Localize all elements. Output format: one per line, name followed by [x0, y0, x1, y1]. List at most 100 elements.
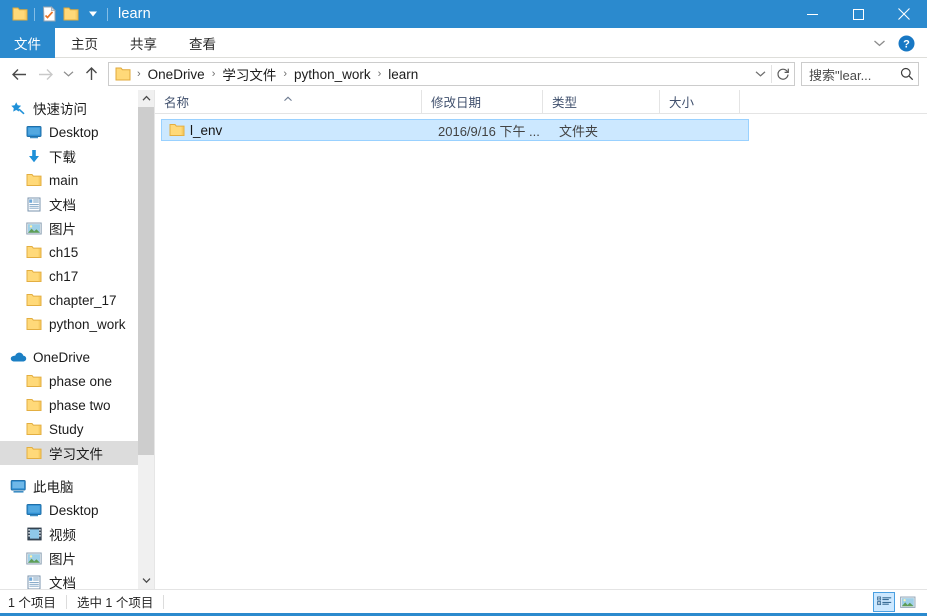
scrollbar-thumb[interactable] — [138, 107, 154, 455]
column-header-date-modified[interactable]: 修改日期 — [422, 90, 543, 113]
folder-icon — [167, 123, 186, 137]
up-button[interactable] — [78, 61, 104, 87]
minimize-button[interactable] — [789, 0, 835, 28]
file-list[interactable]: l_env 2016/9/16 下午 ... 文件夹 — [155, 114, 927, 589]
sidebar-item-study[interactable]: Study — [0, 417, 154, 441]
sidebar-item-main[interactable]: main — [0, 168, 154, 192]
sidebar-scrollbar[interactable] — [138, 90, 154, 589]
pictures-icon — [24, 552, 44, 565]
column-label: 大小 — [669, 96, 695, 110]
sidebar-group-onedrive[interactable]: OneDrive — [0, 345, 154, 369]
breadcrumb-item-onedrive[interactable]: OneDrive — [146, 67, 207, 82]
column-label: 修改日期 — [431, 96, 482, 110]
desktop-icon — [24, 125, 44, 139]
folder-icon[interactable] — [115, 67, 131, 81]
details-view-button[interactable] — [873, 592, 895, 612]
breadcrumb-item-python-work[interactable]: python_work — [292, 67, 373, 82]
sidebar-item-study-files[interactable]: 学习文件 — [0, 441, 154, 465]
view-mode-buttons — [873, 590, 919, 614]
svg-text:?: ? — [903, 38, 910, 50]
sidebar-item-phase-two[interactable]: phase two — [0, 393, 154, 417]
sidebar-item-ch15[interactable]: ch15 — [0, 240, 154, 264]
column-header-row: 名称 修改日期 类型 大小 — [155, 90, 927, 114]
large-icons-view-button[interactable] — [897, 592, 919, 612]
folder-icon — [24, 269, 44, 283]
checklist-icon[interactable] — [38, 3, 60, 25]
toolbar-divider — [107, 7, 108, 21]
chevron-down-icon[interactable] — [749, 63, 771, 85]
sidebar-item-desktop-pc[interactable]: Desktop — [0, 498, 154, 522]
search-input[interactable]: 搜索"lear... — [809, 65, 900, 84]
sidebar-item-phase-one[interactable]: phase one — [0, 369, 154, 393]
sidebar-item-downloads[interactable]: 下载 — [0, 144, 154, 168]
sidebar-item-label: 文档 — [49, 198, 76, 213]
ribbon-tab-bar: 文件 主页 共享 查看 ? — [0, 28, 927, 58]
column-label: 类型 — [552, 96, 578, 110]
sidebar-item-label: 图片 — [49, 222, 76, 237]
pictures-icon — [24, 222, 44, 235]
table-row[interactable]: l_env 2016/9/16 下午 ... 文件夹 — [161, 119, 749, 141]
tab-share[interactable]: 共享 — [114, 28, 173, 58]
ribbon-right-controls: ? — [866, 28, 927, 58]
sidebar-group-this-pc[interactable]: 此电脑 — [0, 474, 154, 498]
title-bar: learn — [0, 0, 927, 28]
documents-icon — [24, 197, 44, 212]
star-pin-icon — [8, 101, 28, 116]
sidebar-item-documents-pc[interactable]: 文档 — [0, 570, 154, 589]
explorer-body: 快速访问 Desktop 下载 main 文档 图片 ch15 ch17 cha… — [0, 90, 927, 589]
sidebar-item-label: Desktop — [49, 124, 99, 140]
breadcrumb-bar[interactable]: › OneDrive › 学习文件 › python_work › learn — [108, 62, 795, 86]
sidebar-item-documents[interactable]: 文档 — [0, 192, 154, 216]
recent-locations-button[interactable] — [58, 61, 78, 87]
back-button[interactable] — [6, 61, 32, 87]
maximize-button[interactable] — [835, 0, 881, 28]
folder-icon[interactable] — [9, 3, 31, 25]
close-button[interactable] — [881, 0, 927, 28]
column-header-name[interactable]: 名称 — [155, 90, 422, 113]
breadcrumb: › OneDrive › 学习文件 › python_work › learn — [109, 64, 749, 84]
breadcrumb-separator[interactable]: › — [132, 68, 146, 80]
folder-icon — [24, 446, 44, 460]
sidebar-item-videos[interactable]: 视频 — [0, 522, 154, 546]
item-count-label: 1 个项目 — [8, 596, 56, 610]
sidebar-group-label: 此电脑 — [33, 480, 74, 495]
forward-button[interactable] — [32, 61, 58, 87]
sidebar-item-pictures-pc[interactable]: 图片 — [0, 546, 154, 570]
breadcrumb-separator[interactable]: › — [373, 68, 387, 80]
sidebar-group-quick-access[interactable]: 快速访问 — [0, 96, 154, 120]
sidebar-item-pictures[interactable]: 图片 — [0, 216, 154, 240]
breadcrumb-item-learn[interactable]: learn — [386, 67, 420, 82]
help-icon[interactable]: ? — [894, 29, 918, 57]
address-bar-tools — [749, 63, 794, 85]
scroll-down-icon[interactable] — [138, 572, 154, 589]
scroll-up-icon[interactable] — [138, 90, 154, 107]
breadcrumb-separator[interactable]: › — [207, 68, 221, 80]
search-icon[interactable] — [900, 67, 914, 81]
sidebar-item-chapter-17[interactable]: chapter_17 — [0, 288, 154, 312]
column-header-type[interactable]: 类型 — [543, 90, 660, 113]
status-bar: 1 个项目 选中 1 个项目 — [0, 589, 927, 613]
sidebar-item-desktop[interactable]: Desktop — [0, 120, 154, 144]
tab-home[interactable]: 主页 — [55, 28, 114, 58]
cloud-icon — [8, 351, 28, 363]
selection-count-label: 选中 1 个项目 — [76, 596, 154, 610]
sidebar-group-label: OneDrive — [33, 349, 91, 365]
refresh-icon[interactable] — [772, 63, 794, 85]
chevron-down-icon[interactable] — [866, 29, 892, 57]
quick-access-toolbar — [0, 3, 111, 25]
search-box[interactable]: 搜索"lear... — [801, 62, 919, 86]
column-header-size[interactable]: 大小 — [660, 90, 740, 113]
sidebar-item-python-work[interactable]: python_work — [0, 312, 154, 336]
chevron-down-icon[interactable] — [82, 3, 104, 25]
breadcrumb-separator[interactable]: › — [278, 68, 292, 80]
tab-view[interactable]: 查看 — [173, 28, 232, 58]
file-date-modified: 2016/9/16 下午 ... — [438, 123, 540, 139]
breadcrumb-item-study-files[interactable]: 学习文件 — [220, 64, 278, 84]
folder-icon[interactable] — [60, 3, 82, 25]
folder-icon — [24, 317, 44, 331]
tab-file[interactable]: 文件 — [0, 28, 55, 58]
sidebar-item-ch17[interactable]: ch17 — [0, 264, 154, 288]
divider — [163, 594, 165, 609]
